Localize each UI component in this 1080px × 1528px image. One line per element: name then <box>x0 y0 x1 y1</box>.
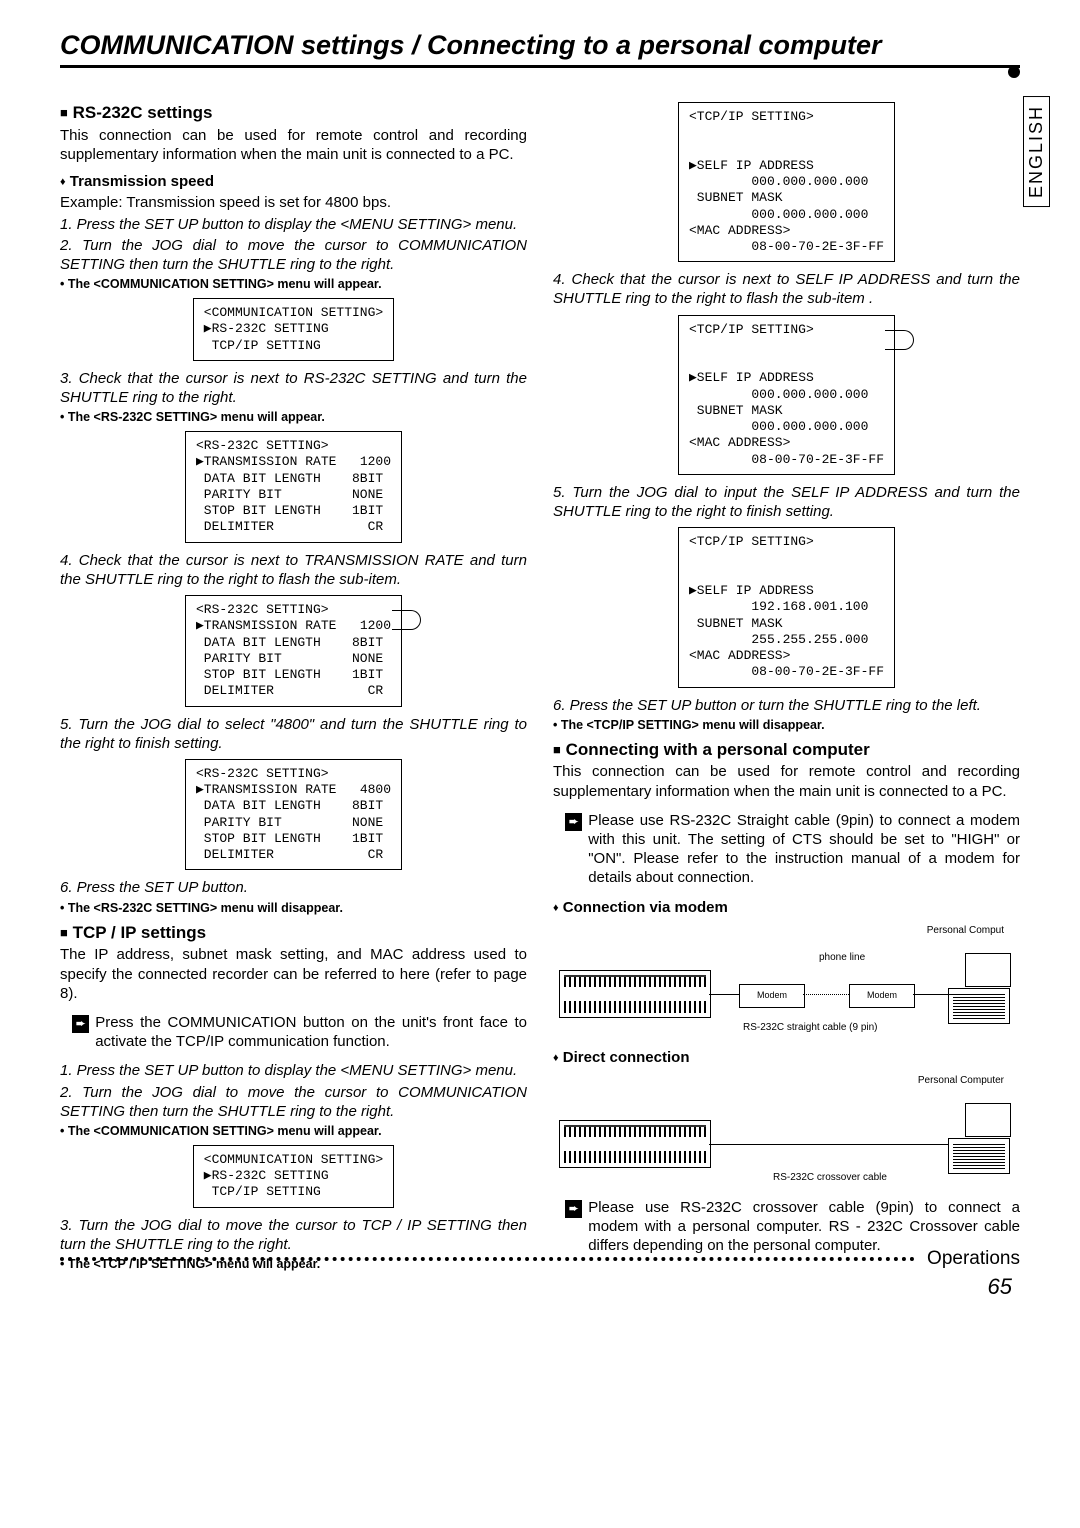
rs232-step-5: 5. Turn the JOG dial to select "4800" an… <box>60 715 527 753</box>
bullet-rs232-disappear: • The <RS-232C SETTING> menu will disapp… <box>60 900 527 916</box>
footer-dots-icon <box>60 1257 915 1261</box>
rs232-step-1: 1. Press the SET UP button to display th… <box>60 215 527 234</box>
diagram-phone-line-label: phone line <box>819 952 865 965</box>
heading-connection-modem: ♦ Connection via modem <box>553 898 1020 917</box>
heading-connecting: ■ Connecting with a personal computer <box>553 739 1020 761</box>
diagram-straight-cable-label: RS-232C straight cable (9 pin) <box>743 1022 878 1035</box>
bullet-rs232-appear: • The <RS-232C SETTING> menu will appear… <box>60 409 527 425</box>
info-arrow-icon: ➨ <box>72 1015 89 1033</box>
diagram-modem-connection: Modem Modem phone line RS-232C straight … <box>553 944 1020 1036</box>
diagram-pc-label-modem: Personal Comput <box>553 925 1004 938</box>
diagram-modem-2: Modem <box>849 984 915 1008</box>
note-comm-button: ➨ Press the COMMUNICATION button on the … <box>72 1013 527 1051</box>
rs232-step-4: 4. Check that the cursor is next to TRAN… <box>60 551 527 589</box>
right-column: <TCP/IP SETTING> ▶SELF IP ADDRESS 000.00… <box>553 96 1020 1274</box>
osd-communication-setting-2: <COMMUNICATION SETTING> ▶RS-232C SETTING… <box>193 1145 394 1208</box>
rs232-step-2: 2. Turn the JOG dial to move the cursor … <box>60 236 527 274</box>
osd-tcpip-configured: <TCP/IP SETTING> ▶SELF IP ADDRESS 192.16… <box>678 527 895 687</box>
diagram-dvr-unit-2 <box>559 1120 711 1168</box>
diagram-direct-connection: RS-232C crossover cable <box>553 1094 1020 1186</box>
osd-tcpip-initial: <TCP/IP SETTING> ▶SELF IP ADDRESS 000.00… <box>678 102 895 262</box>
osd-tcpip-flashing: <TCP/IP SETTING> ▶SELF IP ADDRESS 000.00… <box>678 315 895 475</box>
heading-direct-connection: ♦ Direct connection <box>553 1048 1020 1067</box>
diagram-crossover-cable-label: RS-232C crossover cable <box>773 1172 887 1185</box>
footer-operations-label: Operations <box>927 1248 1020 1270</box>
tcpip-step-2: 2. Turn the JOG dial to move the cursor … <box>60 1083 527 1121</box>
note-crossover-cable: ➨ Please use RS-232C crossover cable (9p… <box>565 1198 1020 1256</box>
info-arrow-icon: ➨ <box>565 813 582 831</box>
heading-transmission-speed: ♦ Transmission speed <box>60 172 527 191</box>
osd-rs232-1200: <RS-232C SETTING> ▶TRANSMISSION RATE 120… <box>185 431 402 543</box>
page-title: COMMUNICATION settings / Connecting to a… <box>60 30 1020 68</box>
page-footer: Operations <box>60 1248 1020 1270</box>
diagram-pc-label-direct: Personal Computer <box>553 1075 1004 1088</box>
note-straight-cable: ➨ Please use RS-232C Straight cable (9pi… <box>565 811 1020 888</box>
heading-tcpip: ■ TCP / IP settings <box>60 922 527 944</box>
bullet-comm-appear: • The <COMMUNICATION SETTING> menu will … <box>60 276 527 292</box>
page-number: 65 <box>988 1274 1012 1300</box>
diagram-dvr-unit <box>559 970 711 1018</box>
language-tab: ENGLISH <box>1023 96 1050 207</box>
tcpip-intro-text: The IP address, subnet mask setting, and… <box>60 945 527 1003</box>
diagram-pc-2 <box>948 1138 1010 1174</box>
left-column: ■ RS-232C settings This connection can b… <box>60 96 527 1274</box>
rs232-step-6: 6. Press the SET UP button. <box>60 878 527 897</box>
heading-rs232c: ■ RS-232C settings <box>60 102 527 124</box>
tx-example-text: Example: Transmission speed is set for 4… <box>60 193 527 212</box>
tcpip-step-5: 5. Turn the JOG dial to input the SELF I… <box>553 483 1020 521</box>
connecting-intro-text: This connection can be used for remote c… <box>553 762 1020 800</box>
diagram-pc <box>948 988 1010 1024</box>
osd-rs232-flashing: <RS-232C SETTING> ▶TRANSMISSION RATE 120… <box>185 595 402 707</box>
osd-rs232-4800: <RS-232C SETTING> ▶TRANSMISSION RATE 480… <box>185 759 402 871</box>
tcpip-step-1: 1. Press the SET UP button to display th… <box>60 1061 527 1080</box>
bullet-comm-appear-2: • The <COMMUNICATION SETTING> menu will … <box>60 1123 527 1139</box>
info-arrow-icon: ➨ <box>565 1200 582 1218</box>
rs232-step-3: 3. Check that the cursor is next to RS-2… <box>60 369 527 407</box>
rs232-intro-text: This connection can be used for remote c… <box>60 126 527 164</box>
tcpip-step-4: 4. Check that the cursor is next to SELF… <box>553 270 1020 308</box>
diagram-modem-1: Modem <box>739 984 805 1008</box>
bullet-tcpip-disappear: • The <TCP/IP SETTING> menu will disappe… <box>553 717 1020 733</box>
tcpip-step-6: 6. Press the SET UP button or turn the S… <box>553 696 1020 715</box>
osd-communication-setting: <COMMUNICATION SETTING> ▶RS-232C SETTING… <box>193 298 394 361</box>
title-bullet-icon <box>1008 66 1020 78</box>
